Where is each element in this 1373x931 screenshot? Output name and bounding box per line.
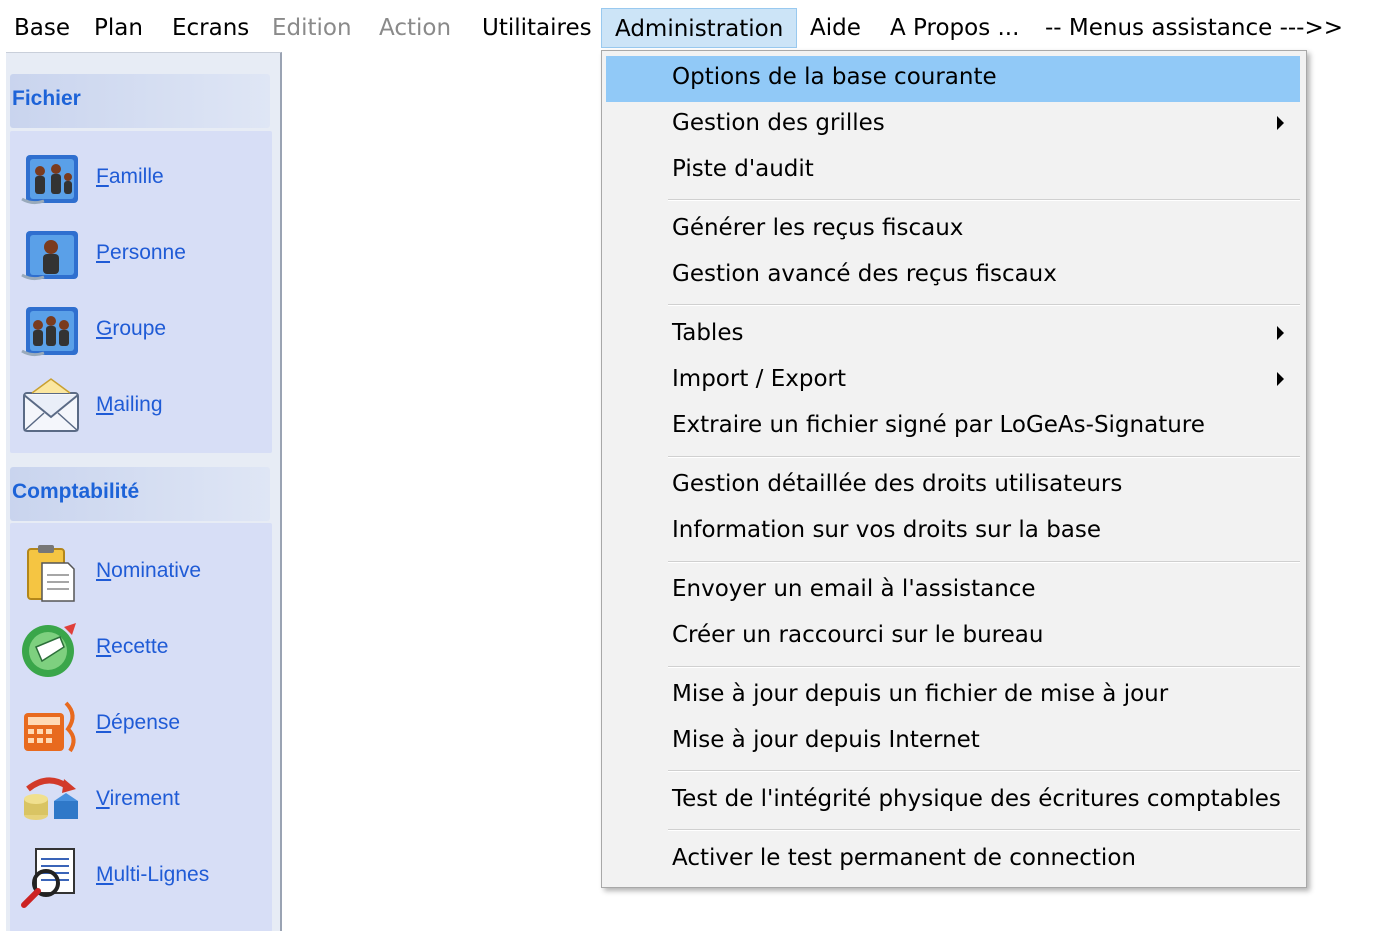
nav-label-recette: Recette [96,635,169,658]
menu-administration[interactable]: Administration [601,8,798,48]
group-body-fichier: Famille Personne Groupe Mailing [10,131,272,453]
nav-item-virement[interactable]: Virement [18,769,268,833]
menu-item-label: Gestion détaillée des droits utilisateur… [672,471,1123,497]
menu-separator [668,304,1300,306]
multi-lines-icon [21,848,75,908]
submenu-arrow-icon [1277,326,1284,340]
menu-item-maj-internet[interactable]: Mise à jour depuis Internet [606,719,1300,765]
group-title: Comptabilité [12,480,140,503]
group-header-fichier[interactable]: Fichier [10,74,270,128]
menu-plan[interactable]: Plan [81,8,156,48]
menu-separator [668,829,1300,831]
calculator-icon [24,701,76,753]
menu-item-test-connection[interactable]: Activer le test permanent de connection [606,837,1300,883]
menu-separator [668,770,1300,772]
menu-assistance[interactable]: -- Menus assistance --->> [1032,8,1356,48]
envelope-icon [23,378,79,432]
nav-label-mailing: Mailing [96,393,163,416]
nav-label-depense: Dépense [96,711,181,734]
nav-label-multi-lignes: Multi-Lignes [96,863,210,886]
menu-item-email-assistance[interactable]: Envoyer un email à l'assistance [606,568,1300,614]
menu-item-label: Mise à jour depuis Internet [672,727,980,753]
administration-dropdown: Options de la base courante Gestion des … [601,50,1307,888]
menu-item-label: Test de l'intégrité physique des écritur… [672,786,1281,812]
menu-separator [668,561,1300,563]
menu-item-label: Gestion avancé des reçus fiscaux [672,261,1057,287]
menu-item-label: Créer un raccourci sur le bureau [672,622,1044,648]
nav-item-multi-lignes[interactable]: Multi-Lignes [18,845,268,909]
menu-item-droits-utilisateurs[interactable]: Gestion détaillée des droits utilisateur… [606,463,1300,509]
person-icon [21,231,78,281]
nav-label-nominative: Nominative [96,559,202,582]
nav-label-groupe: Groupe [96,317,167,340]
menu-item-label: Tables [672,320,744,346]
menu-item-label: Activer le test permanent de connection [672,845,1136,871]
nav-item-groupe[interactable]: Groupe [18,299,268,363]
menu-action: Action [379,15,452,41]
menu-item-options-base[interactable]: Options de la base courante [606,56,1300,102]
receipt-icon [22,623,76,677]
nav-label-famille: Famille [96,165,164,188]
nav-item-famille[interactable]: Famille [18,147,268,211]
nav-item-mailing[interactable]: Mailing [18,375,268,439]
submenu-arrow-icon [1277,372,1284,386]
nav-item-personne[interactable]: Personne [18,223,268,287]
menu-item-maj-fichier[interactable]: Mise à jour depuis un fichier de mise à … [606,673,1300,719]
menu-item-label: Extraire un fichier signé par LoGeAs-Sig… [672,412,1205,438]
menu-aide[interactable]: Aide [797,8,874,48]
nav-label-virement: Virement [96,787,180,810]
menu-item-tables[interactable]: Tables [606,312,1300,358]
group-title: Fichier [12,87,81,110]
nav-label-personne: Personne [96,241,186,264]
menu-item-test-integrite[interactable]: Test de l'intégrité physique des écritur… [606,778,1300,824]
nav-item-nominative[interactable]: Nominative [18,541,268,605]
menu-item-label: Options de la base courante [672,64,997,90]
menu-item-label: Mise à jour depuis un fichier de mise à … [672,681,1169,707]
nav-item-depense[interactable]: Dépense [18,693,268,757]
clipboard-icon [27,545,75,602]
menu-item-label: Générer les reçus fiscaux [672,215,964,241]
group-icon [21,307,78,357]
menu-item-info-droits[interactable]: Information sur vos droits sur la base [606,509,1300,555]
menu-ecrans[interactable]: Ecrans [159,8,262,48]
menu-item-extraire-signature[interactable]: Extraire un fichier signé par LoGeAs-Sig… [606,404,1300,450]
menu-item-piste-audit[interactable]: Piste d'audit [606,148,1300,194]
nav-item-recette[interactable]: Recette [18,617,268,681]
menu-item-gestion-grilles[interactable]: Gestion des grilles [606,102,1300,148]
menu-item-label: Information sur vos droits sur la base [672,517,1102,543]
menu-bar: Base Plan Ecrans Edition Action Utilitai… [0,0,1373,56]
menu-item-import-export[interactable]: Import / Export [606,358,1300,404]
family-icon [21,155,78,205]
menu-utilitaires[interactable]: Utilitaires [469,8,605,48]
group-header-comptabilite[interactable]: Comptabilité [10,467,270,521]
menu-item-generer-recus[interactable]: Générer les reçus fiscaux [606,207,1300,253]
menu-item-label: Piste d'audit [672,156,814,182]
navigation-panel: Fichier Famille Personne Groupe Mailing … [6,52,282,931]
menu-base[interactable]: Base [1,8,83,48]
menu-item-gestion-recus[interactable]: Gestion avancé des reçus fiscaux [606,253,1300,299]
menu-edition: Edition [272,15,352,41]
group-body-comptabilite: Nominative Recette Dépense Virement Mult… [10,523,272,931]
menu-item-label: Envoyer un email à l'assistance [672,576,1036,602]
menu-item-label: Import / Export [672,366,846,392]
menu-item-label: Gestion des grilles [672,110,885,136]
menu-separator [668,199,1300,201]
menu-a-propos[interactable]: A Propos ... [877,8,1032,48]
menu-item-raccourci-bureau[interactable]: Créer un raccourci sur le bureau [606,614,1300,660]
transfer-icon [24,777,78,820]
submenu-arrow-icon [1277,116,1284,130]
menu-separator [668,456,1300,458]
menu-separator [668,666,1300,668]
